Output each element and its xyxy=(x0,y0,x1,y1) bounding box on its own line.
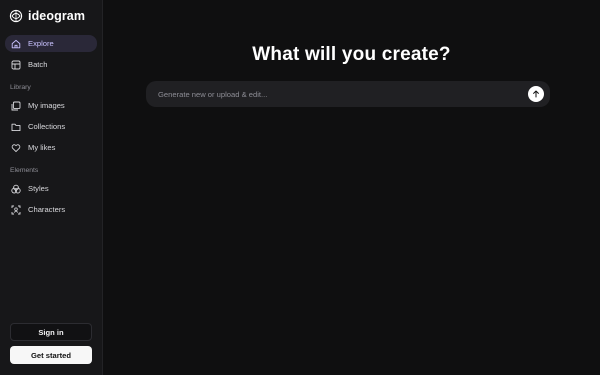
home-icon xyxy=(11,39,21,48)
submit-button[interactable] xyxy=(528,86,544,102)
sidebar-item-batch[interactable]: Batch xyxy=(5,56,97,73)
sidebar-item-label: Collections xyxy=(28,122,66,131)
sidebar-item-my-images[interactable]: My images xyxy=(5,97,97,114)
sidebar-item-characters[interactable]: Characters xyxy=(5,201,97,218)
prompt-input[interactable] xyxy=(156,81,528,107)
sidebar: ideogram Explore Batch Library My images xyxy=(0,0,103,375)
sidebar-item-collections[interactable]: Collections xyxy=(5,118,97,135)
sidebar-item-label: Explore xyxy=(28,39,54,48)
page-title: What will you create? xyxy=(252,44,451,65)
get-started-button[interactable]: Get started xyxy=(10,346,92,364)
sidebar-item-styles[interactable]: Styles xyxy=(5,180,97,197)
sidebar-item-explore[interactable]: Explore xyxy=(5,35,97,52)
sidebar-item-label: Characters xyxy=(28,205,66,214)
folder-icon xyxy=(11,123,21,131)
main-content: What will you create? xyxy=(103,0,600,375)
sidebar-item-label: Batch xyxy=(28,60,48,69)
arrow-up-icon xyxy=(533,90,539,98)
character-icon xyxy=(11,205,21,214)
brand-name: ideogram xyxy=(28,9,86,23)
batch-icon xyxy=(11,60,21,69)
sidebar-item-label: Styles xyxy=(28,184,49,193)
sign-in-button[interactable]: Sign in xyxy=(10,323,92,341)
sidebar-item-my-likes[interactable]: My likes xyxy=(5,139,97,156)
heart-icon xyxy=(11,143,21,152)
ideogram-logo-icon xyxy=(9,9,23,23)
styles-icon xyxy=(11,184,21,193)
sidebar-item-label: My likes xyxy=(28,143,56,152)
app-window: ideogram Explore Batch Library My images xyxy=(0,0,600,375)
sidebar-item-label: My images xyxy=(28,101,65,110)
elements-section-label: Elements xyxy=(10,167,39,174)
brand[interactable]: ideogram xyxy=(9,8,85,24)
library-section-label: Library xyxy=(10,84,31,91)
prompt-bar xyxy=(146,81,550,107)
images-icon xyxy=(11,101,21,110)
